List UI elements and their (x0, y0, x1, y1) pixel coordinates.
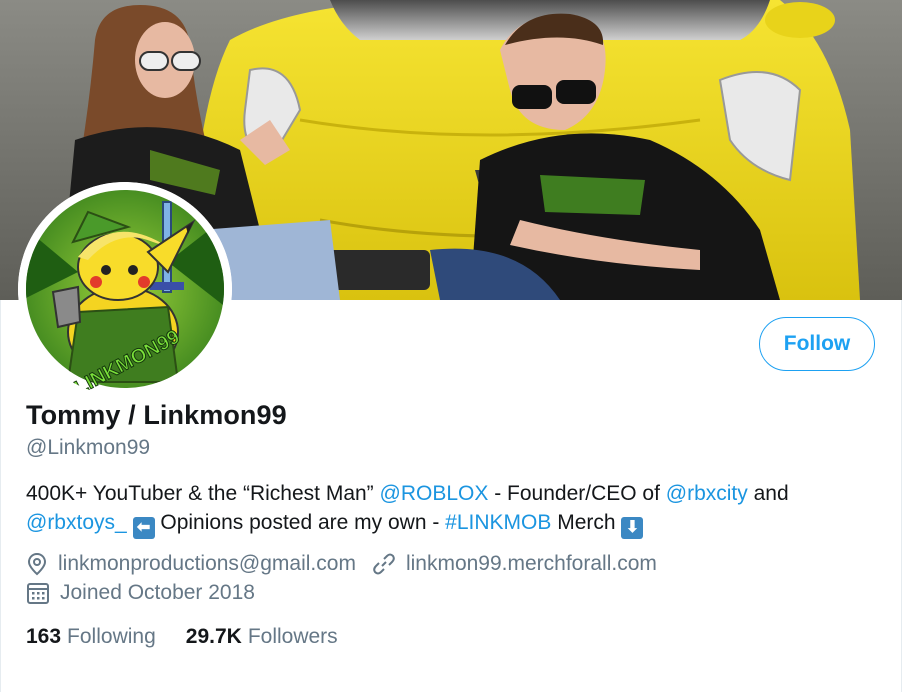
mention-rbxtoys-link[interactable]: @rbxtoys_ (26, 511, 127, 534)
followers-link[interactable]: 29.7K Followers (186, 625, 338, 649)
bio-text: 400K+ YouTuber & the “Richest Man” (26, 482, 380, 505)
following-count: 163 (26, 625, 62, 648)
hashtag-linkmob-link[interactable]: #LINKMOB (445, 511, 551, 534)
down-arrow-emoji-icon: ⬇ (621, 517, 644, 539)
location-pin-icon (27, 552, 47, 576)
profile-bio: 400K+ YouTuber & the “Richest Man” @ROBL… (26, 479, 866, 539)
calendar-icon (27, 583, 49, 604)
joined-row: Joined October 2018 (26, 581, 255, 605)
bio-text: and (747, 482, 789, 505)
profile-avatar[interactable]: LINKMON99 (18, 182, 232, 396)
bio-text: Merch (551, 511, 622, 534)
display-name: Tommy / Linkmon99 (26, 400, 287, 430)
following-link[interactable]: 163 Following (26, 625, 156, 649)
bio-text: - Founder/CEO of (488, 482, 666, 505)
following-label: Following (67, 625, 156, 648)
website-link[interactable]: linkmon99.merchforall.com (406, 552, 657, 576)
profile-meta-row: linkmonproductions@gmail.com linkmon99.m… (26, 552, 657, 576)
user-handle: @Linkmon99 (26, 436, 151, 459)
mention-roblox-link[interactable]: @ROBLOX (380, 482, 489, 505)
followers-label: Followers (247, 625, 338, 648)
link-icon (373, 553, 395, 575)
mention-rbxcity-link[interactable]: @rbxcity (666, 482, 748, 505)
avatar-image: LINKMON99 (18, 182, 232, 396)
left-arrow-emoji-icon: ⬅ (132, 517, 155, 539)
follow-stats: 163 Following 29.7K Followers (26, 625, 368, 649)
follow-button[interactable]: Follow (759, 317, 875, 371)
followers-count: 29.7K (185, 625, 242, 648)
joined-date: Joined October 2018 (60, 581, 255, 604)
location-text: linkmonproductions@gmail.com (58, 552, 356, 575)
bio-text: Opinions posted are my own - (154, 511, 446, 534)
